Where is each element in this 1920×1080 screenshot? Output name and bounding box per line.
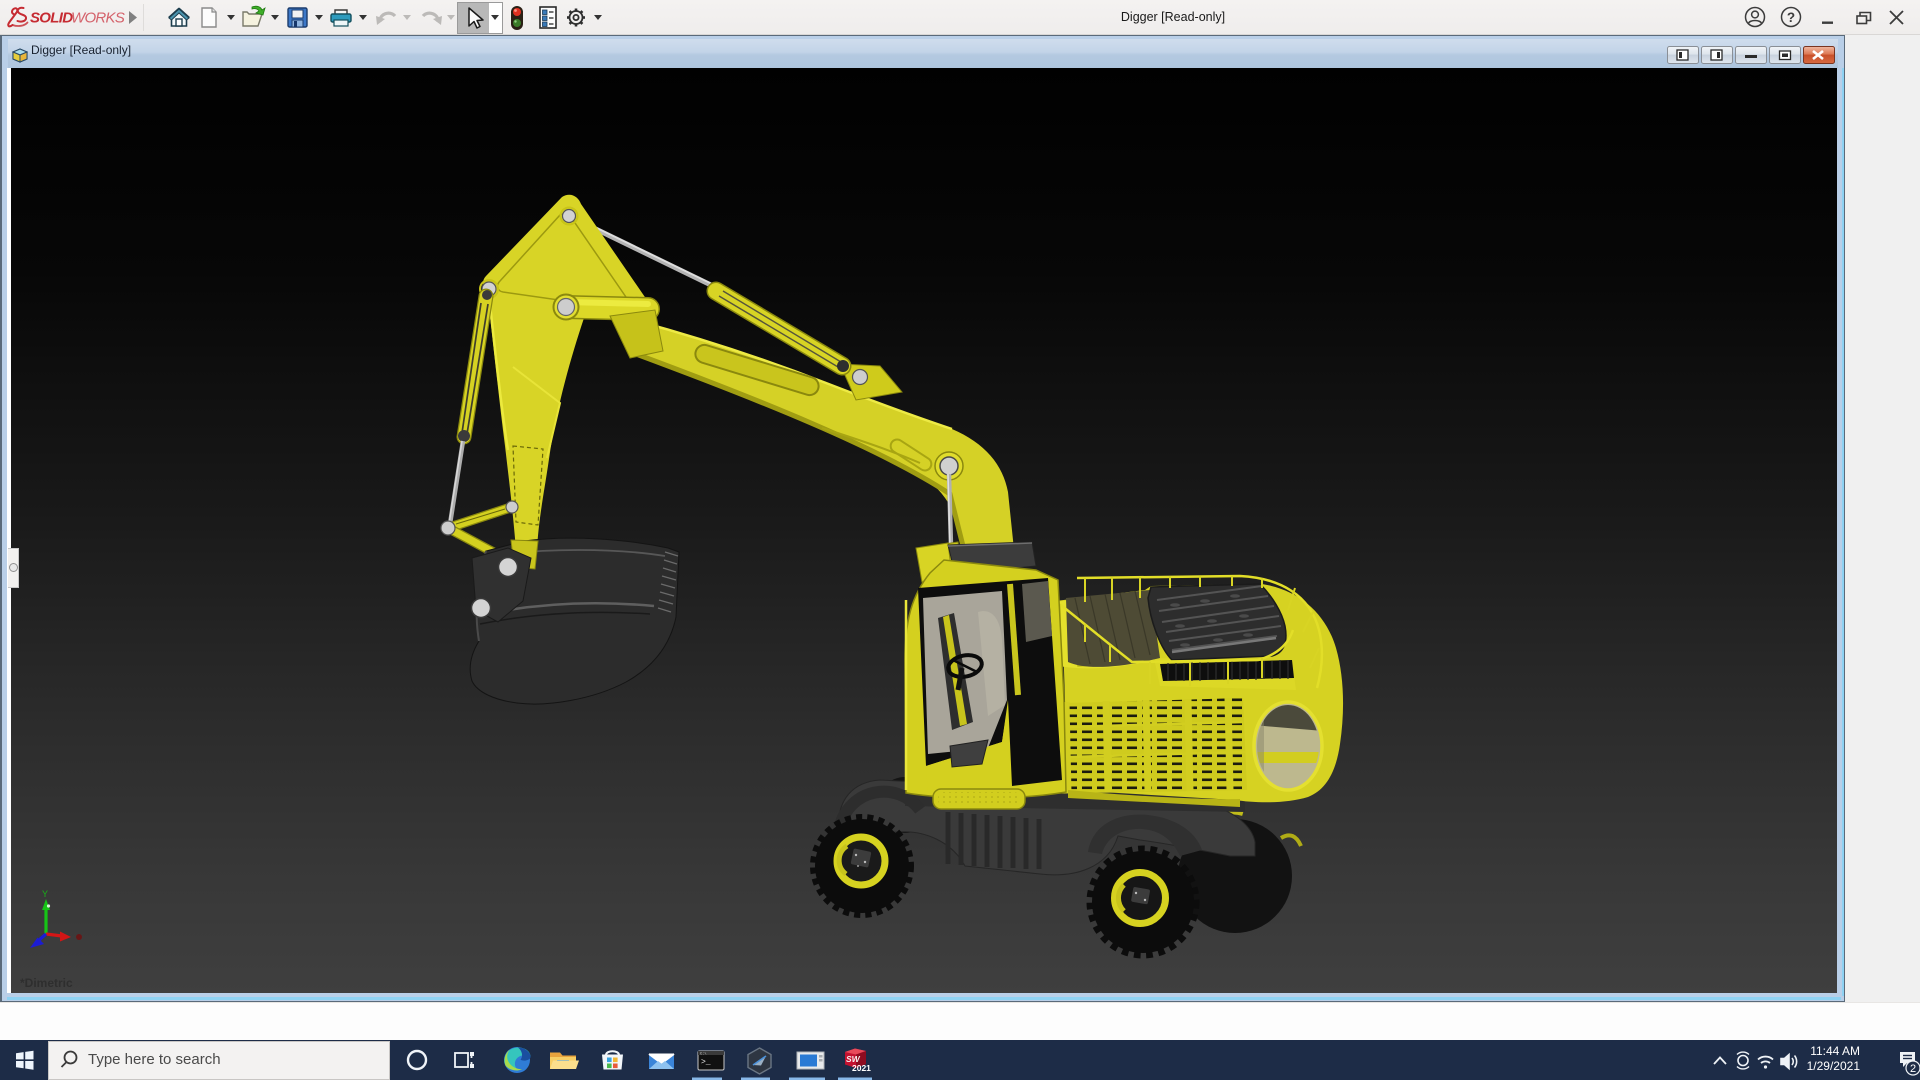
svg-text:>_: >_ — [701, 1058, 711, 1067]
svg-text:?: ? — [1787, 10, 1795, 25]
svg-text:2: 2 — [1910, 1063, 1916, 1075]
svg-text:SOLID: SOLID — [30, 10, 73, 27]
svg-text:C:\: C:\ — [700, 1052, 706, 1057]
svg-text:WORKS: WORKS — [71, 10, 125, 27]
svg-text:Y: Y — [42, 889, 48, 899]
svg-text:2021: 2021 — [852, 1063, 871, 1073]
